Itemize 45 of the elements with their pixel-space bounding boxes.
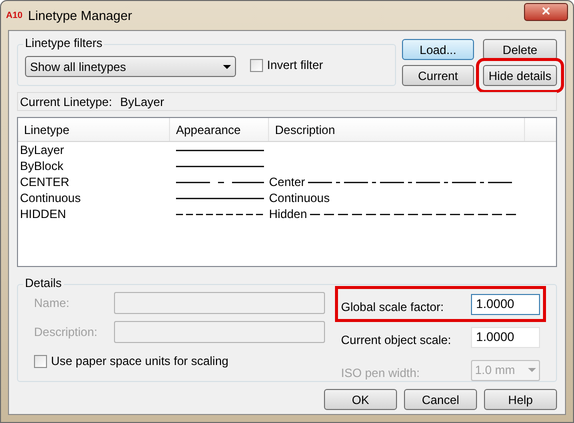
checkbox-label: Invert filter	[267, 57, 324, 74]
table-cell-text: HIDDEN	[19, 206, 68, 223]
table-row[interactable]: CENTER Center	[18, 174, 556, 190]
dropdown-arrow-icon	[223, 64, 231, 68]
table-row[interactable]: HIDDEN Hidden	[18, 206, 556, 222]
window-title: Linetype Manager	[28, 6, 132, 25]
input-field[interactable]: 1.0000	[471, 294, 540, 314]
dropdown-arrow-icon	[528, 368, 536, 372]
group-legend: Linetype filters	[23, 37, 104, 49]
checkbox[interactable]	[250, 58, 263, 72]
column-header[interactable]: Linetype	[18, 118, 170, 141]
checkbox-label: Use paper space units for scaling	[51, 353, 228, 370]
table-row[interactable]: ByLayer	[18, 142, 556, 158]
table-cell-text: Continuous	[269, 190, 330, 207]
button[interactable]: Cancel	[404, 389, 477, 410]
field-label: ISO pen width:	[341, 365, 421, 382]
column-header[interactable]: Appearance	[170, 118, 269, 141]
button[interactable]: Current	[402, 65, 474, 86]
table-cell-text: ByLayer	[19, 142, 66, 159]
field-label: Global scale factor:	[341, 299, 445, 316]
button[interactable]: Help	[484, 389, 557, 410]
filter-dropdown[interactable]: Show all linetypes	[25, 56, 236, 77]
button[interactable]: Load...	[402, 39, 474, 60]
table-row[interactable]: ByBlock	[18, 158, 556, 174]
app-logo: A10	[6, 8, 24, 22]
input-field[interactable]	[114, 321, 325, 343]
field-label: Name:	[34, 295, 70, 312]
table-cell-text: Continuous	[19, 190, 82, 207]
table-cell-text: Hidden	[269, 206, 308, 223]
table-cell-text: ByBlock	[19, 158, 64, 175]
field-label: Current object scale:	[341, 332, 452, 349]
table-row[interactable]: Continuous Continuous	[18, 190, 556, 206]
table-cell-text: Center	[269, 174, 306, 191]
table-cell-text: CENTER	[19, 174, 70, 191]
current-linetype-value: ByLayer	[120, 94, 164, 110]
checkbox[interactable]	[34, 354, 47, 368]
button[interactable]: OK	[324, 389, 397, 410]
current-linetype-label: Current Linetype:	[20, 94, 112, 110]
input-field[interactable]: 1.0000	[471, 326, 540, 348]
input-field[interactable]	[114, 292, 325, 314]
column-header[interactable]: Description	[269, 118, 525, 141]
group-legend: Details	[23, 277, 64, 289]
button[interactable]: Delete	[483, 39, 557, 60]
field-label: Description:	[34, 324, 98, 341]
button[interactable]: Hide details	[483, 65, 557, 86]
